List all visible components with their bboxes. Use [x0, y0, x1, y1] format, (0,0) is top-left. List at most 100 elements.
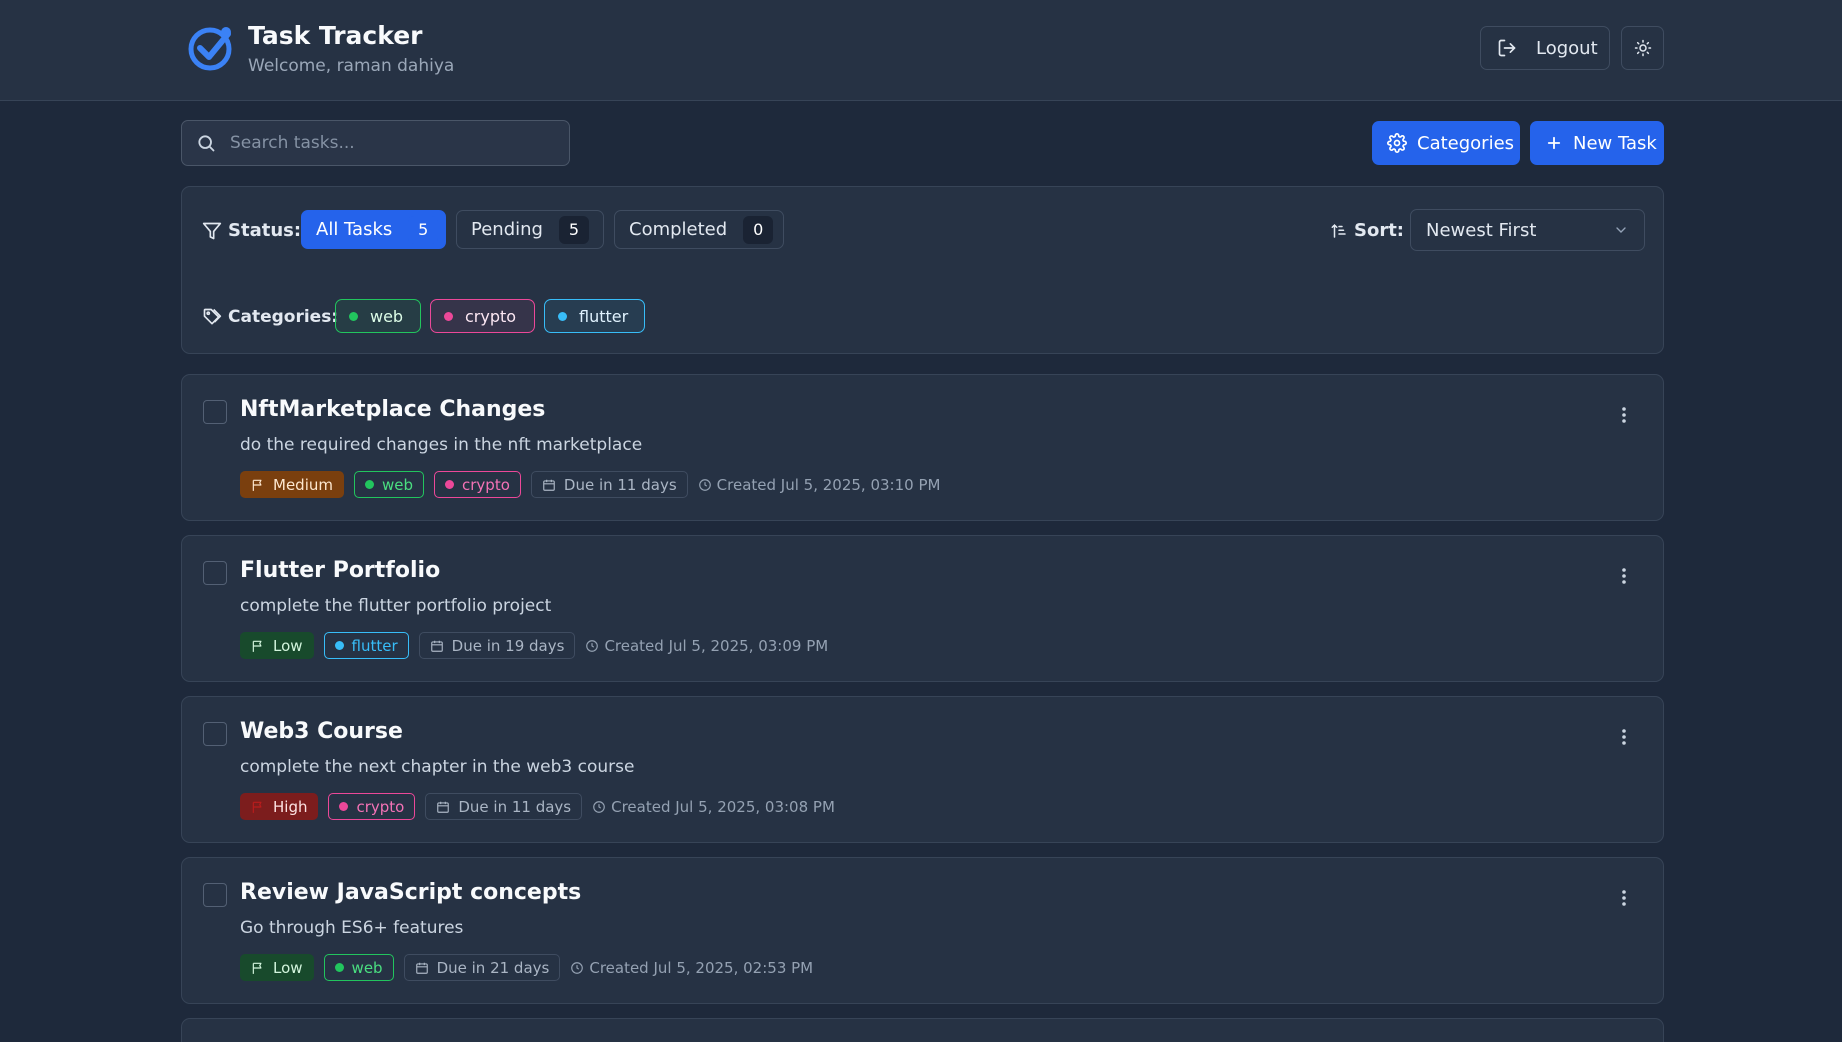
flag-icon: [252, 962, 262, 974]
clock-icon: [586, 639, 599, 652]
task-tag-crypto: crypto: [434, 471, 521, 498]
task-card: Web3 Course complete the next chapter in…: [181, 696, 1664, 843]
task-meta: Low web Due in 21 days Created Jul 5, 20…: [240, 954, 813, 981]
due-date-badge: Due in 11 days: [425, 793, 583, 820]
task-meta: High crypto Due in 11 days Created Jul 5…: [240, 793, 835, 820]
due-date-badge: Due in 19 days: [418, 632, 576, 659]
tags-icon: [203, 308, 222, 325]
search-input[interactable]: [230, 133, 550, 153]
clock-icon: [571, 961, 584, 974]
task-complete-checkbox[interactable]: [203, 883, 227, 907]
new-task-button[interactable]: New Task: [1530, 121, 1664, 165]
task-title: Review JavaScript concepts: [240, 880, 582, 905]
task-tag-web: web: [353, 471, 425, 498]
gear-icon: [1387, 133, 1407, 153]
search-box: [181, 120, 570, 166]
sort-ascending-icon: [1331, 223, 1346, 238]
category-color-dot: [558, 311, 567, 321]
category-color-dot: [364, 480, 374, 489]
search-icon: [198, 135, 215, 152]
task-description: complete the flutter portfolio project: [240, 596, 552, 616]
status-count-badge: 5: [408, 215, 439, 244]
task-card: NftMarketplace Changes do the required c…: [181, 374, 1664, 521]
status-filter-pending[interactable]: Pending 5: [456, 210, 604, 249]
task-complete-checkbox[interactable]: [203, 400, 227, 424]
new-task-button-label: New Task: [1573, 132, 1657, 154]
category-color-dot: [334, 963, 344, 972]
app-header: Task Tracker Welcome, raman dahiya Logou…: [0, 0, 1842, 101]
logout-icon: [1498, 39, 1516, 57]
calendar-icon: [437, 801, 450, 813]
task-complete-checkbox[interactable]: [203, 561, 227, 585]
task-tag-flutter: flutter: [323, 632, 409, 659]
flag-icon: [252, 640, 262, 652]
status-filter-completed[interactable]: Completed 0: [614, 210, 784, 249]
category-chip-web[interactable]: web: [335, 299, 421, 333]
plus-icon: [1547, 136, 1561, 150]
task-tag-crypto: crypto: [328, 793, 416, 820]
clock-icon: [698, 478, 711, 491]
status-filter-label: Status:: [202, 220, 301, 241]
priority-badge: Low: [240, 632, 314, 659]
more-options-icon[interactable]: [1616, 405, 1632, 425]
sort-selected-value: Newest First: [1426, 219, 1537, 241]
more-options-icon[interactable]: [1616, 888, 1632, 908]
status-filter-label-text: Completed: [629, 219, 728, 240]
priority-badge: High: [240, 793, 319, 820]
calendar-icon: [430, 640, 443, 652]
sort-select[interactable]: Newest First: [1410, 209, 1645, 251]
category-color-dot: [349, 311, 358, 321]
created-timestamp: Created Jul 5, 2025, 02:53 PM: [570, 959, 813, 977]
flag-icon: [252, 479, 262, 491]
category-color-dot: [444, 311, 453, 321]
category-chip-flutter[interactable]: flutter: [544, 299, 645, 333]
task-title: Web3 Course: [240, 719, 403, 744]
sun-icon: [1634, 39, 1651, 57]
logout-label: Logout: [1536, 37, 1598, 59]
check-circle-logo-icon: [188, 27, 232, 71]
clock-icon: [593, 800, 605, 813]
more-options-icon[interactable]: [1616, 566, 1632, 586]
categories-filter-label: Categories:: [202, 307, 338, 327]
task-title: NftMarketplace Changes: [240, 397, 546, 422]
categories-button-label: Categories: [1417, 132, 1515, 154]
priority-badge: Low: [240, 954, 314, 981]
calendar-icon: [543, 479, 555, 491]
task-title: Flutter Portfolio: [240, 558, 441, 583]
task-description: do the required changes in the nft marke…: [240, 435, 643, 455]
task-description: complete the next chapter in the web3 co…: [240, 757, 635, 777]
calendar-icon: [415, 962, 428, 974]
filter-icon: [202, 222, 222, 239]
welcome-text: Welcome, raman dahiya: [248, 56, 455, 76]
status-count-badge: 0: [743, 215, 774, 244]
status-filter-label-text: Pending: [471, 219, 543, 240]
task-card: Flutter Portfolio complete the flutter p…: [181, 535, 1664, 682]
priority-badge: Medium: [240, 471, 344, 498]
status-filter-label-text: All Tasks: [316, 219, 393, 240]
category-color-dot: [445, 480, 455, 489]
status-filter-all[interactable]: All Tasks 5: [301, 210, 446, 249]
logout-button[interactable]: Logout: [1480, 26, 1610, 70]
chevron-down-icon: [1616, 227, 1626, 233]
category-color-dot: [334, 641, 344, 650]
created-timestamp: Created Jul 5, 2025, 03:10 PM: [698, 476, 940, 494]
due-date-badge: Due in 11 days: [530, 471, 688, 498]
task-complete-checkbox[interactable]: [203, 722, 227, 746]
more-options-icon[interactable]: [1616, 727, 1632, 747]
theme-toggle-button[interactable]: [1621, 26, 1664, 70]
status-count-badge: 5: [558, 215, 589, 244]
task-meta: Low flutter Due in 19 days Created Jul 5…: [240, 632, 828, 659]
sort-label: Sort:: [1330, 220, 1404, 241]
created-timestamp: Created Jul 5, 2025, 03:08 PM: [592, 798, 835, 816]
categories-button[interactable]: Categories: [1372, 121, 1520, 165]
category-color-dot: [339, 802, 349, 811]
task-card: Review JavaScript concepts Go through ES…: [181, 857, 1664, 1004]
flag-icon: [252, 801, 262, 813]
task-description: Go through ES6+ features: [240, 918, 464, 938]
created-timestamp: Created Jul 5, 2025, 03:09 PM: [585, 637, 828, 655]
filter-panel: Status: All Tasks 5 Pending 5 Completed …: [181, 186, 1664, 354]
task-meta: Medium web crypto Due in 11 days Created…: [240, 471, 940, 498]
task-card: [181, 1018, 1664, 1042]
app-title: Task Tracker: [248, 21, 423, 50]
category-chip-crypto[interactable]: crypto: [430, 299, 535, 333]
